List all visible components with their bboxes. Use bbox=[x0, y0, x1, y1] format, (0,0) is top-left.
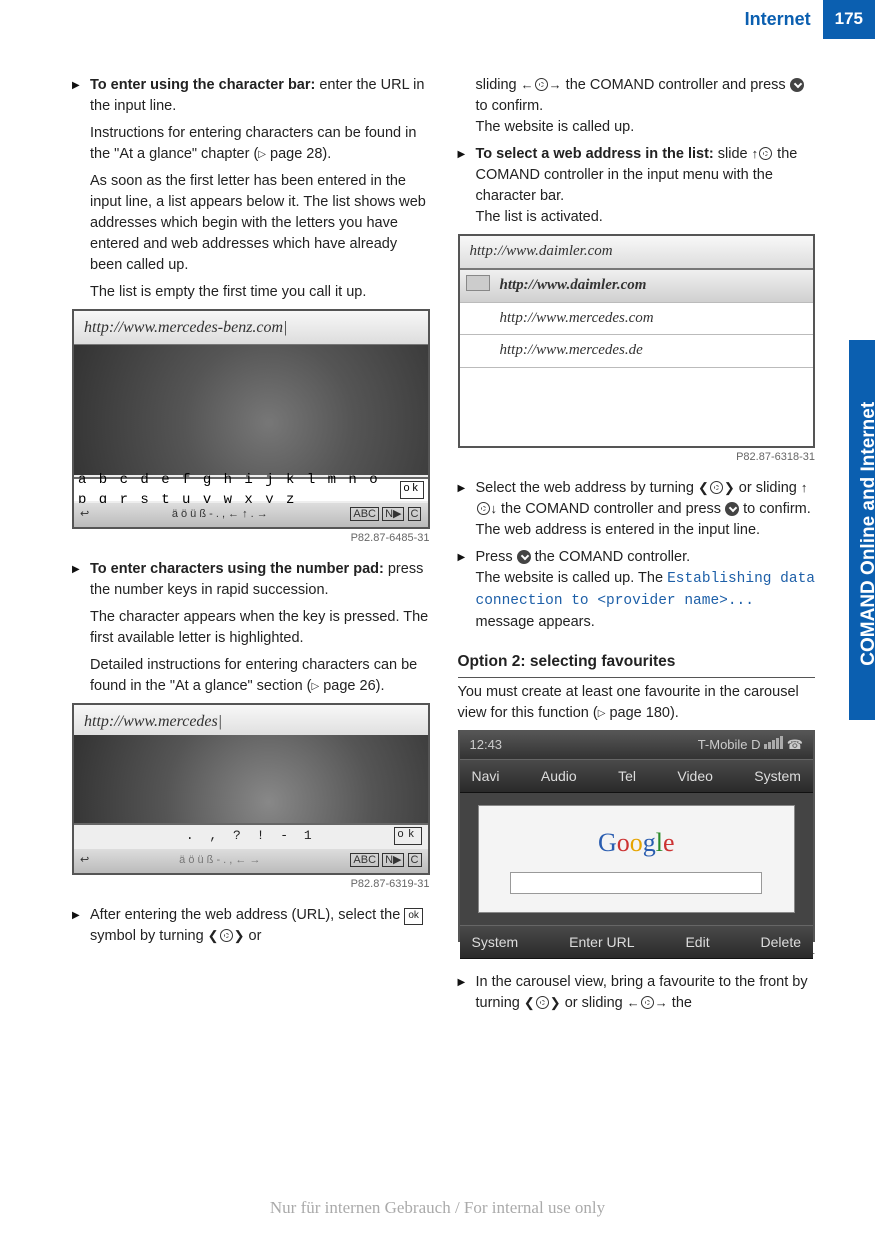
figure-number-pad: http://www.mercedes| . , ? ! - 1 ok ↩ ä … bbox=[72, 703, 430, 875]
heading-option-2: Option 2: selecting favourites bbox=[458, 651, 816, 677]
step-continuation: sliding ←→ the COMAND controller and pre… bbox=[476, 75, 816, 138]
step-title: To enter using the character bar: bbox=[90, 77, 315, 93]
turn-icon: ❮❯ bbox=[208, 928, 245, 943]
list-item: http://www.mercedes.de bbox=[460, 335, 814, 368]
step-marker-icon bbox=[72, 905, 90, 947]
step-title: To enter characters using the number pad… bbox=[90, 561, 384, 577]
menu-item: Edit bbox=[685, 932, 709, 952]
left-column: To enter using the character bar: enter … bbox=[72, 75, 430, 1020]
step-enter-char-bar: To enter using the character bar: enter … bbox=[72, 75, 430, 117]
list-item: http://www.daimler.com bbox=[460, 270, 814, 303]
step-press-controller: Press the COMAND controller. The website… bbox=[458, 547, 816, 633]
fig-lower-row: ↩ ä ö ü ß - . , ← ↑ . → ABC N▶ C bbox=[74, 503, 428, 527]
figure-caption: P82.87-6318-31 bbox=[458, 450, 816, 466]
turn-icon: ❮❯ bbox=[698, 480, 735, 495]
fig-char-candidates: . , ? ! - 1 ok bbox=[74, 823, 428, 847]
fig-top-menu: Navi Audio Tel Video System bbox=[460, 759, 814, 793]
menu-item: Video bbox=[677, 766, 713, 786]
slide-lr-icon: ←→ bbox=[627, 995, 668, 1010]
footer-watermark: Nur für internen Gebrauch / For internal… bbox=[0, 1196, 875, 1221]
ok-icon: ok bbox=[394, 827, 421, 845]
page-header: Internet 175 bbox=[745, 0, 875, 38]
slide-up-icon: ↑ bbox=[752, 146, 774, 161]
slide-lr-icon: ←→ bbox=[521, 77, 562, 92]
menu-item: Delete bbox=[761, 932, 801, 952]
side-tab-label: COMAND Online and Internet bbox=[855, 344, 875, 724]
phone-icon: ☎ bbox=[787, 737, 803, 752]
step-marker-icon bbox=[458, 547, 476, 633]
page-content: To enter using the character bar: enter … bbox=[72, 75, 815, 1020]
clock: 12:43 bbox=[470, 736, 503, 755]
menu-item: Navi bbox=[472, 766, 500, 786]
page-number: 175 bbox=[823, 0, 875, 39]
step-note: The list is empty the first time you cal… bbox=[90, 282, 430, 303]
list-icon bbox=[466, 275, 490, 291]
menu-item: Audio bbox=[541, 766, 577, 786]
step-marker-icon bbox=[458, 478, 476, 541]
step-text: Press the COMAND controller. The website… bbox=[476, 547, 816, 633]
step-enter-number-pad: To enter characters using the number pad… bbox=[72, 559, 430, 601]
fig-lower-row: ↩ ä ö ü ß - . , ← → ABC N▶ C bbox=[74, 849, 428, 873]
signal-icon bbox=[764, 736, 783, 749]
fig-url-input: http://www.mercedes-benz.com| bbox=[74, 311, 428, 346]
return-icon: ↩ bbox=[80, 853, 89, 869]
step-text: After entering the web address (URL), se… bbox=[90, 905, 430, 947]
figure-caption: P82.87-6319-31 bbox=[72, 877, 430, 893]
turn-icon: ❮❯ bbox=[524, 995, 561, 1010]
figure-address-list: http://www.daimler.com http://www.daimle… bbox=[458, 234, 816, 448]
provider-label: T-Mobile D bbox=[698, 737, 761, 752]
step-marker-icon bbox=[458, 972, 476, 1014]
figure-char-bar: http://www.mercedes-benz.com| a b c d e … bbox=[72, 309, 430, 529]
google-logo: Google bbox=[598, 824, 675, 862]
step-select-address: Select the web address by turning ❮❯ or … bbox=[458, 478, 816, 541]
step-note: Detailed instructions for entering chara… bbox=[90, 655, 430, 697]
fig-browser-card: Google bbox=[478, 805, 796, 913]
step-note: As soon as the first letter has been ent… bbox=[90, 171, 430, 276]
press-icon bbox=[517, 550, 531, 564]
step-marker-icon bbox=[458, 144, 476, 228]
step-note: The character appears when the key is pr… bbox=[90, 607, 430, 649]
favourites-intro: You must create at least one favourite i… bbox=[458, 682, 816, 724]
fig-character-row: a b c d e f g h i j k l m n o p q r s t … bbox=[74, 477, 428, 501]
fig-status-bar: 12:43 T-Mobile D ☎ bbox=[460, 732, 814, 759]
step-marker-icon bbox=[72, 559, 90, 601]
menu-item: Enter URL bbox=[569, 932, 634, 952]
step-title: To select a web address in the list: bbox=[476, 146, 714, 162]
google-search-input bbox=[510, 872, 762, 894]
step-select-ok: After entering the web address (URL), se… bbox=[72, 905, 430, 947]
right-column: sliding ←→ the COMAND controller and pre… bbox=[458, 75, 816, 1020]
fig-bottom-menu: System Enter URL Edit Delete bbox=[460, 925, 814, 959]
step-marker-icon bbox=[72, 75, 90, 117]
figure-caption: P82.87-6485-31 bbox=[72, 531, 430, 547]
step-note: Instructions for entering characters can… bbox=[90, 123, 430, 165]
step-carousel: In the carousel view, bring a favourite … bbox=[458, 972, 816, 1014]
menu-item: System bbox=[472, 932, 519, 952]
step-text: Select the web address by turning ❮❯ or … bbox=[476, 478, 816, 541]
list-item: http://www.mercedes.com bbox=[460, 303, 814, 336]
figure-carousel: 12:43 T-Mobile D ☎ Navi Audio Tel Video … bbox=[458, 730, 816, 942]
step-text: In the carousel view, bring a favourite … bbox=[476, 972, 816, 1014]
press-icon bbox=[790, 78, 804, 92]
fig-globe-bg bbox=[74, 345, 428, 475]
ok-icon: ok bbox=[400, 481, 423, 499]
menu-item: Tel bbox=[618, 766, 636, 786]
side-tab: COMAND Online and Internet bbox=[849, 340, 875, 720]
press-icon bbox=[725, 502, 739, 516]
fig-url-input: http://www.daimler.com bbox=[460, 236, 814, 270]
page-ref-icon: ▷ bbox=[258, 149, 266, 160]
ok-symbol-icon: ok bbox=[404, 908, 423, 925]
menu-item: System bbox=[754, 766, 801, 786]
return-icon: ↩ bbox=[80, 507, 89, 523]
step-select-list: To select a web address in the list: sli… bbox=[458, 144, 816, 228]
section-title: Internet bbox=[745, 6, 823, 32]
